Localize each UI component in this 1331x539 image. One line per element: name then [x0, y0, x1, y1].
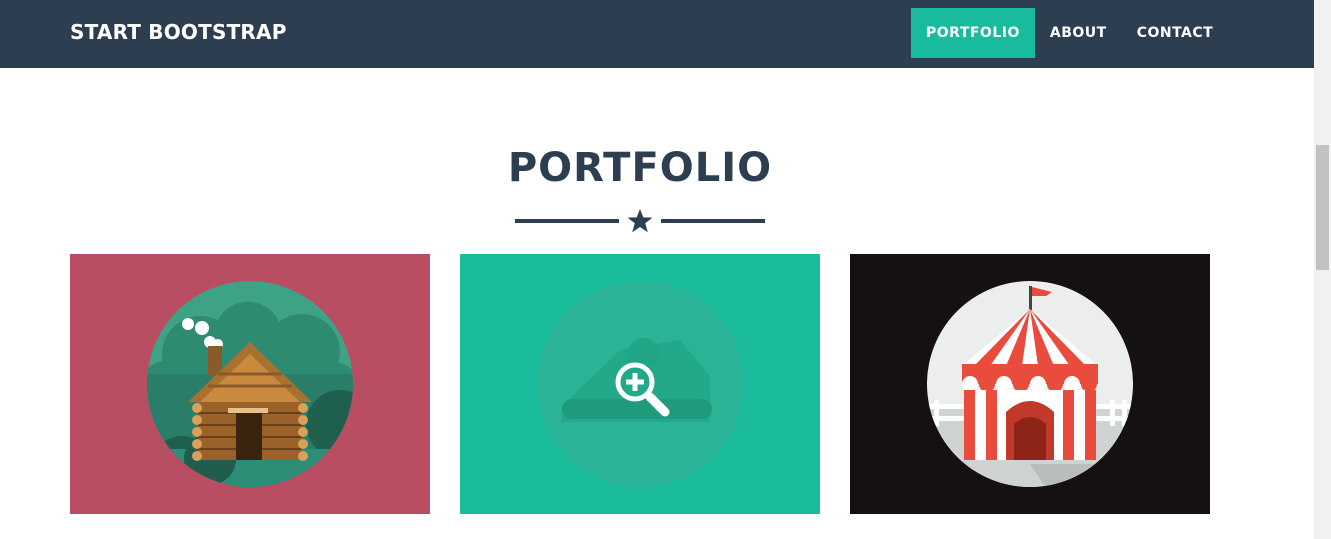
- cake-image: [537, 281, 743, 487]
- scrollbar-thumb[interactable]: [1316, 145, 1329, 270]
- portfolio-item-cake[interactable]: [460, 254, 820, 514]
- section-title: PORTFOLIO: [507, 145, 773, 191]
- navbar: START BOOTSTRAP PORTFOLIO ABOUT CONTACT: [0, 0, 1314, 68]
- divider-line-right: [661, 219, 765, 223]
- divider-line-left: [515, 219, 619, 223]
- scrollbar[interactable]: [1314, 0, 1331, 539]
- portfolio-item-circus[interactable]: [850, 254, 1210, 514]
- nav-item-about[interactable]: ABOUT: [1035, 8, 1122, 58]
- nav-item-contact[interactable]: CONTACT: [1122, 8, 1229, 58]
- star-icon: [627, 209, 653, 233]
- circus-tent-image: [927, 281, 1133, 487]
- portfolio-item-cabin[interactable]: [70, 254, 430, 514]
- title-divider: [515, 206, 765, 236]
- cabin-image: [147, 281, 353, 487]
- brand-logo[interactable]: START BOOTSTRAP: [70, 20, 287, 44]
- nav-item-portfolio[interactable]: PORTFOLIO: [911, 8, 1035, 58]
- nav-menu: PORTFOLIO ABOUT CONTACT: [911, 8, 1228, 58]
